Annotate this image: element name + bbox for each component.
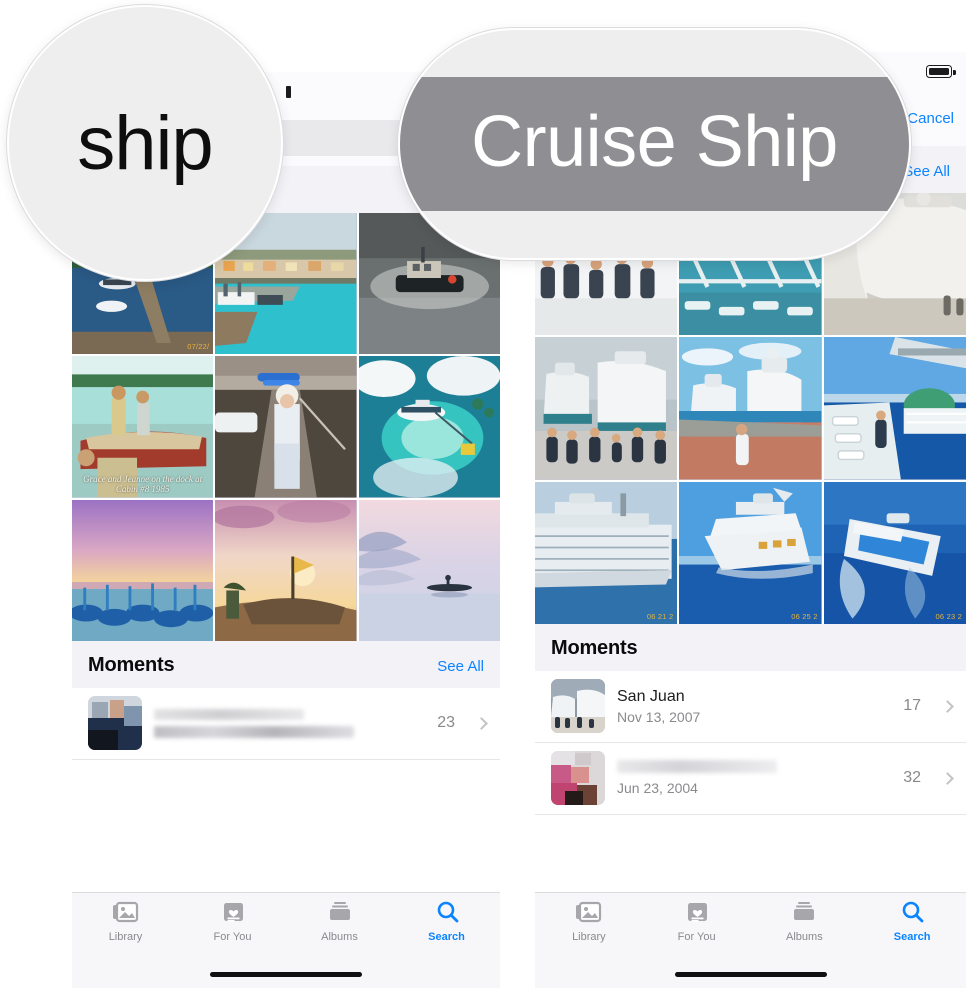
chevron-right-icon xyxy=(941,772,954,785)
photo-thumbnail[interactable] xyxy=(535,337,678,480)
moment-thumbnail xyxy=(551,679,605,734)
moment-title-redacted xyxy=(617,760,777,774)
tab-label: For You xyxy=(677,931,716,943)
albums-icon xyxy=(326,900,354,926)
moment-list-item[interactable]: 23 xyxy=(72,687,500,760)
photo-thumbnail[interactable] xyxy=(215,356,357,498)
photo-thumbnail[interactable]: 06 23 2 xyxy=(823,481,966,624)
moments-see-all-link[interactable]: See All xyxy=(437,658,484,675)
photo-thumbnail[interactable] xyxy=(823,337,966,480)
moment-text-block xyxy=(154,708,425,738)
heart-card-icon xyxy=(219,900,247,926)
moment-photo-count: 32 xyxy=(903,769,921,787)
tab-for-you[interactable]: For You xyxy=(179,900,286,955)
moments-section-header: Moments xyxy=(535,623,966,671)
photo-thumbnail[interactable] xyxy=(72,499,214,641)
moment-date: Jun 23, 2004 xyxy=(617,780,698,797)
albums-icon xyxy=(790,900,818,926)
tab-for-you[interactable]: For You xyxy=(643,900,751,955)
photo-date-stamp: 07/22/ xyxy=(187,342,210,352)
moment-date-redacted xyxy=(154,725,354,738)
moments-section-header: Moments See All xyxy=(72,640,500,688)
magnified-keyword-text: ship xyxy=(77,100,213,186)
tab-label: Albums xyxy=(321,931,358,943)
heart-card-icon xyxy=(683,900,711,926)
moment-list-item[interactable]: San Juan Nov 13, 2007 17 xyxy=(535,670,966,743)
tab-search[interactable]: Search xyxy=(858,900,966,955)
photo-date-stamp: 06 23 2 xyxy=(935,611,962,621)
tab-albums[interactable]: Albums xyxy=(286,900,393,955)
moment-photo-count: 17 xyxy=(903,697,921,715)
moment-title-redacted xyxy=(154,708,304,720)
screenshot-stage: ship Cancel 64 Photos See All xyxy=(0,0,966,988)
tab-label: Search xyxy=(428,931,465,943)
chevron-right-icon xyxy=(475,717,488,730)
tab-label: Library xyxy=(108,931,143,943)
photo-thumbnail[interactable] xyxy=(358,356,500,498)
photo-date-stamp: 06 21 2 xyxy=(646,611,674,621)
tab-label: For You xyxy=(213,931,252,943)
photo-thumbnail[interactable] xyxy=(679,337,822,480)
tab-label: Library xyxy=(572,931,606,943)
photo-thumbnail[interactable] xyxy=(358,499,500,641)
photo-thumbnail[interactable] xyxy=(215,499,357,641)
search-icon xyxy=(898,900,926,926)
tab-search[interactable]: Search xyxy=(393,900,500,955)
moment-thumbnail xyxy=(88,696,142,751)
tab-albums[interactable]: Albums xyxy=(751,900,859,955)
photo-thumbnail[interactable]: 06 25 2 xyxy=(679,481,822,624)
moment-text-block: Jun 23, 2004 xyxy=(617,760,891,796)
search-icon xyxy=(433,900,461,926)
tab-library[interactable]: Library xyxy=(72,900,179,955)
chevron-right-icon xyxy=(941,700,954,713)
photo-caption: Grace and Jeanne on the dock at Cabin #8… xyxy=(83,473,203,495)
cancel-button[interactable]: Cancel xyxy=(905,110,954,127)
moments-section-title: Moments xyxy=(551,636,638,659)
magnified-suggestion-text: Cruise Ship xyxy=(400,77,909,211)
moment-thumbnail xyxy=(551,751,605,806)
home-indicator[interactable] xyxy=(210,971,362,977)
tab-bar: Library For You Albums Search xyxy=(72,892,500,988)
moment-list-item[interactable]: Jun 23, 2004 32 xyxy=(535,742,966,815)
moment-text-block: San Juan Nov 13, 2007 xyxy=(617,688,891,725)
photos-icon xyxy=(575,900,603,926)
tab-label: Albums xyxy=(786,931,823,943)
battery-icon xyxy=(926,65,956,78)
home-indicator[interactable] xyxy=(674,971,827,977)
magnifier-callout-suggestion: Cruise Ship xyxy=(398,28,911,260)
tab-label: Search xyxy=(893,931,931,943)
moments-section-title: Moments xyxy=(88,653,175,676)
tab-library[interactable]: Library xyxy=(535,900,643,955)
notch-indicator xyxy=(286,86,291,98)
photo-thumbnail[interactable]: Grace and Jeanne on the dock at Cabin #8… xyxy=(72,356,214,498)
photos-icon xyxy=(112,900,140,926)
moment-photo-count: 23 xyxy=(437,714,455,732)
magnifier-callout-keyword: ship xyxy=(7,5,283,281)
photos-see-all-link[interactable]: See All xyxy=(903,163,950,180)
photo-thumbnail[interactable]: 06 21 2 xyxy=(535,481,678,624)
photo-date-stamp: 06 25 2 xyxy=(791,611,818,621)
moment-date: Nov 13, 2007 xyxy=(617,708,701,725)
tab-bar: Library For You Albums Search xyxy=(535,892,966,988)
moment-title: San Juan xyxy=(617,687,685,705)
